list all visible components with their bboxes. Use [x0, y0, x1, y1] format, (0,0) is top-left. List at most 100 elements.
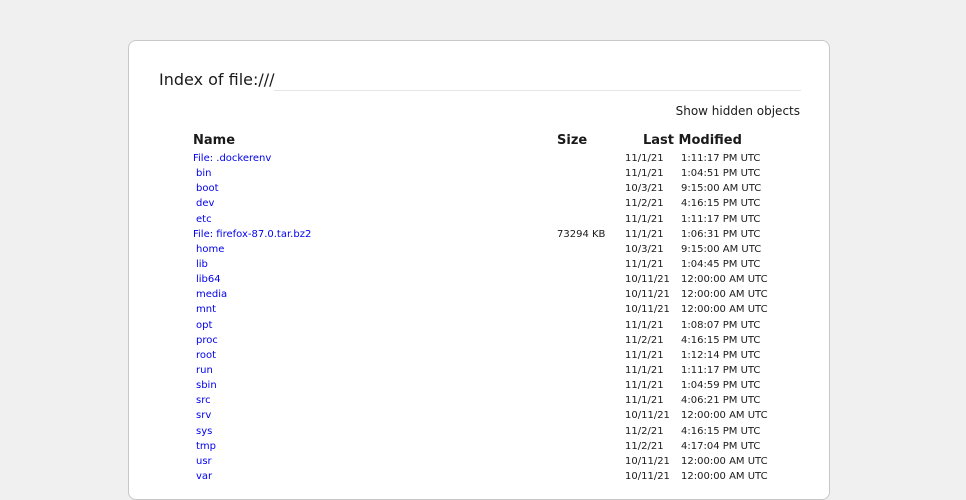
modified-date-cell: 11/1/21 [625, 259, 664, 271]
directory-link[interactable]: opt [193, 320, 212, 331]
directory-link[interactable]: media [193, 289, 227, 300]
modified-date-cell: 11/1/21 [625, 349, 664, 361]
table-row: sbin 11/1/21 1:04:59 PM UTC [193, 378, 781, 393]
table-row: home 10/3/21 9:15:00 AM UTC [193, 242, 781, 257]
table-row: src 11/1/21 4:06:21 PM UTC [193, 393, 781, 408]
name-cell: root [193, 348, 557, 363]
size-cell [557, 242, 625, 257]
modified-time-cell: 1:11:17 PM UTC [681, 213, 761, 225]
modified-time-cell: 12:00:00 AM UTC [681, 410, 768, 422]
name-cell: opt [193, 318, 557, 333]
modified-time-cell: 12:00:00 AM UTC [681, 289, 768, 301]
directory-link[interactable]: proc [193, 335, 218, 346]
modified-time-cell: 1:08:07 PM UTC [681, 319, 761, 331]
file-listing-table: Name Size Last Modified File: .dockerenv… [193, 129, 781, 484]
column-header-size[interactable]: Size [557, 129, 625, 151]
modified-time-cell: 9:15:00 AM UTC [681, 183, 762, 195]
name-cell: home [193, 242, 557, 257]
directory-link[interactable]: var [193, 471, 212, 482]
table-row: dev 11/2/21 4:16:15 PM UTC [193, 196, 781, 211]
size-cell [557, 318, 625, 333]
modified-time-cell: 4:16:15 PM UTC [681, 198, 761, 210]
modified-date-cell: 10/3/21 [625, 243, 664, 255]
modified-date-cell: 11/2/21 [625, 334, 664, 346]
size-cell [557, 348, 625, 363]
directory-link[interactable]: sys [193, 426, 212, 437]
directory-link[interactable]: etc [193, 214, 212, 225]
file-listing-body: File: .dockerenv 11/1/21 1:11:17 PM UTC bin… [193, 151, 781, 484]
table-row: File: firefox-87.0.tar.bz2 73294 KB 11/1/2… [193, 227, 781, 242]
name-cell: lib64 [193, 272, 557, 287]
table-row: lib64 10/11/21 12:00:00 AM UTC [193, 272, 781, 287]
directory-link[interactable]: sbin [193, 380, 217, 391]
name-cell: src [193, 393, 557, 408]
modified-date-cell: 11/1/21 [625, 395, 664, 407]
modified-time-cell: 1:11:17 PM UTC [681, 365, 761, 377]
modified-time-cell: 1:04:59 PM UTC [681, 380, 761, 392]
size-cell [557, 212, 625, 227]
modified-date-cell: 10/11/21 [625, 289, 670, 301]
modified-date-cell: 11/2/21 [625, 425, 664, 437]
size-cell [557, 181, 625, 196]
modified-date-cell: 10/11/21 [625, 455, 670, 467]
table-row: srv 10/11/21 12:00:00 AM UTC [193, 408, 781, 423]
directory-link[interactable]: lib [193, 259, 208, 270]
table-row: mnt 10/11/21 12:00:00 AM UTC [193, 302, 781, 317]
modified-date-cell: 11/2/21 [625, 440, 664, 452]
name-cell: File: .dockerenv [193, 151, 557, 166]
table-row: opt 11/1/21 1:08:07 PM UTC [193, 318, 781, 333]
name-cell: File: firefox-87.0.tar.bz2 [193, 227, 557, 242]
directory-link[interactable]: home [193, 244, 224, 255]
show-hidden-objects-toggle[interactable]: Show hidden objects [676, 104, 800, 118]
size-cell [557, 166, 625, 181]
modified-time-cell: 4:17:04 PM UTC [681, 440, 761, 452]
directory-link[interactable]: usr [193, 456, 212, 467]
modified-date-cell: 11/2/21 [625, 198, 664, 210]
title-divider [274, 90, 801, 91]
directory-link[interactable]: srv [193, 410, 211, 421]
file-link[interactable]: File: .dockerenv [193, 153, 271, 164]
size-cell [557, 363, 625, 378]
directory-listing-panel: Index of file:/// Show hidden objects Na… [128, 40, 830, 500]
modified-date-cell: 11/1/21 [625, 168, 664, 180]
modified-time-cell: 4:16:15 PM UTC [681, 425, 761, 437]
name-cell: media [193, 287, 557, 302]
table-row: File: .dockerenv 11/1/21 1:11:17 PM UTC [193, 151, 781, 166]
table-row: sys 11/2/21 4:16:15 PM UTC [193, 424, 781, 439]
page-title: Index of file:/// [159, 70, 275, 89]
file-link[interactable]: File: firefox-87.0.tar.bz2 [193, 229, 311, 240]
directory-link[interactable]: dev [193, 198, 214, 209]
column-header-name[interactable]: Name [193, 129, 557, 151]
table-row: var 10/11/21 12:00:00 AM UTC [193, 469, 781, 484]
modified-time-cell: 1:11:17 PM UTC [681, 153, 761, 165]
directory-link[interactable]: bin [193, 168, 211, 179]
table-row: proc 11/2/21 4:16:15 PM UTC [193, 333, 781, 348]
modified-date-cell: 10/11/21 [625, 471, 670, 483]
table-row: boot 10/3/21 9:15:00 AM UTC [193, 181, 781, 196]
size-cell [557, 272, 625, 287]
modified-date-cell: 10/11/21 [625, 304, 670, 316]
size-cell [557, 393, 625, 408]
size-cell [557, 408, 625, 423]
directory-link[interactable]: root [193, 350, 216, 361]
name-cell: run [193, 363, 557, 378]
table-row: bin 11/1/21 1:04:51 PM UTC [193, 166, 781, 181]
size-cell [557, 424, 625, 439]
size-cell: 73294 KB [557, 228, 606, 240]
directory-link[interactable]: mnt [193, 304, 216, 315]
directory-link[interactable]: tmp [193, 441, 216, 452]
column-header-last-modified[interactable]: Last Modified [625, 129, 781, 151]
table-row: tmp 11/2/21 4:17:04 PM UTC [193, 439, 781, 454]
directory-link[interactable]: src [193, 395, 211, 406]
name-cell: tmp [193, 439, 557, 454]
directory-link[interactable]: boot [193, 183, 219, 194]
directory-link[interactable]: run [193, 365, 213, 376]
directory-link[interactable]: lib64 [193, 274, 221, 285]
table-row: usr 10/11/21 12:00:00 AM UTC [193, 454, 781, 469]
table-row: lib 11/1/21 1:04:45 PM UTC [193, 257, 781, 272]
name-cell: var [193, 469, 557, 484]
name-cell: usr [193, 454, 557, 469]
name-cell: dev [193, 196, 557, 211]
modified-date-cell: 10/11/21 [625, 410, 670, 422]
table-row: etc 11/1/21 1:11:17 PM UTC [193, 212, 781, 227]
